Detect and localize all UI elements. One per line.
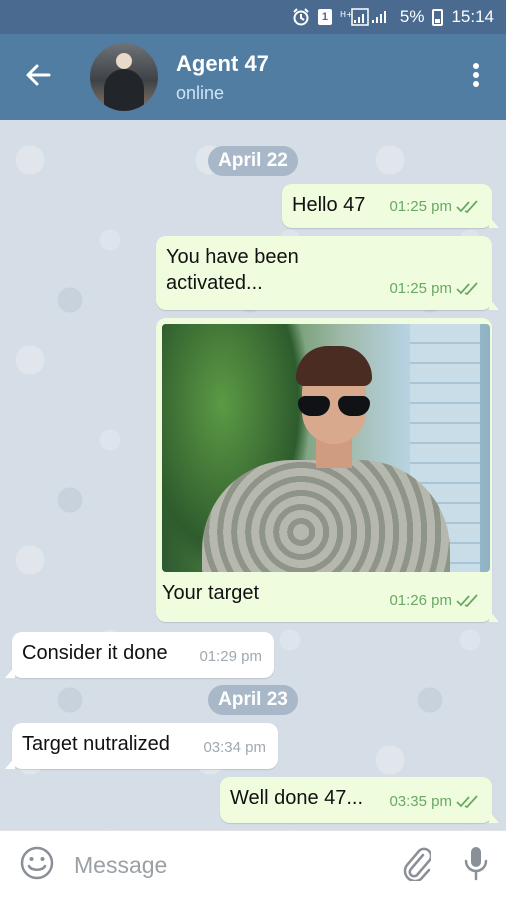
target-photo[interactable] <box>162 324 490 572</box>
message-meta: 01:26 pm <box>389 588 480 614</box>
emoji-button[interactable] <box>0 831 74 900</box>
clock: 15:14 <box>451 7 494 26</box>
back-button[interactable] <box>0 34 76 120</box>
mic-button[interactable] <box>446 831 506 900</box>
message-text: Well done 47... <box>230 787 364 809</box>
message-time: 01:26 pm <box>389 592 452 609</box>
message-composer <box>0 830 506 900</box>
svg-text:H+: H+ <box>340 10 353 19</box>
message-text: Target nutralized <box>22 733 170 755</box>
photo-message-bubble[interactable]: Your target 01:26 pm <box>156 318 499 622</box>
message-bubble[interactable]: Consider it done 01:29 pm <box>5 632 274 678</box>
battery-icon <box>432 8 444 26</box>
date-separator: April 22 <box>208 146 298 176</box>
message-meta: 01:25 pm <box>389 276 480 302</box>
status-bar: 1 H+ 5% 15:14 <box>0 0 506 34</box>
chat-status: online <box>176 82 225 103</box>
message-time: 01:25 pm <box>389 280 452 297</box>
double-check-icon <box>456 200 478 214</box>
attach-button[interactable] <box>386 831 446 900</box>
chat-header: Agent 47 online <box>0 34 506 120</box>
back-arrow-icon <box>25 63 51 92</box>
mic-icon <box>463 845 489 886</box>
message-bubble[interactable]: Hello 47 01:25 pm <box>282 184 499 228</box>
message-meta: 03:34 pm <box>203 735 266 761</box>
signal-icon: H+ <box>340 8 392 26</box>
more-vert-icon <box>472 62 480 93</box>
message-list[interactable]: April 22 Hello 47 01:25 pm You have been… <box>0 120 506 830</box>
message-input[interactable] <box>74 852 386 879</box>
message-time: 01:29 pm <box>199 648 262 665</box>
message-time: 03:34 pm <box>203 739 266 756</box>
photo-caption: Your target <box>162 582 260 604</box>
double-check-icon <box>456 594 478 608</box>
message-text: Hello 47 <box>292 194 366 216</box>
message-bubble[interactable]: Well done 47... 03:35 pm <box>220 777 499 823</box>
chat-title: Agent 47 <box>176 50 269 76</box>
double-check-icon <box>456 795 478 809</box>
emoji-icon <box>19 845 55 886</box>
message-meta: 01:25 pm <box>389 194 480 220</box>
chat-info[interactable]: Agent 47 online <box>176 51 446 104</box>
avatar[interactable] <box>90 43 158 111</box>
message-text: Consider it done <box>22 642 168 664</box>
double-check-icon <box>456 282 478 296</box>
message-meta: 03:35 pm <box>389 789 480 815</box>
message-time: 03:35 pm <box>389 793 452 810</box>
attach-icon <box>401 845 433 886</box>
more-menu-button[interactable] <box>446 34 506 120</box>
date-separator: April 23 <box>208 685 298 715</box>
message-time: 01:25 pm <box>389 198 452 215</box>
message-meta: 01:29 pm <box>199 644 262 670</box>
alarm-icon <box>292 8 310 26</box>
sim-icon: 1 <box>317 9 332 25</box>
message-bubble[interactable]: You have been activated... 01:25 pm <box>156 236 499 310</box>
message-text: You have been activated... <box>166 246 299 294</box>
battery-percent: 5% <box>399 7 425 26</box>
message-bubble[interactable]: Target nutralized 03:34 pm <box>5 723 278 769</box>
